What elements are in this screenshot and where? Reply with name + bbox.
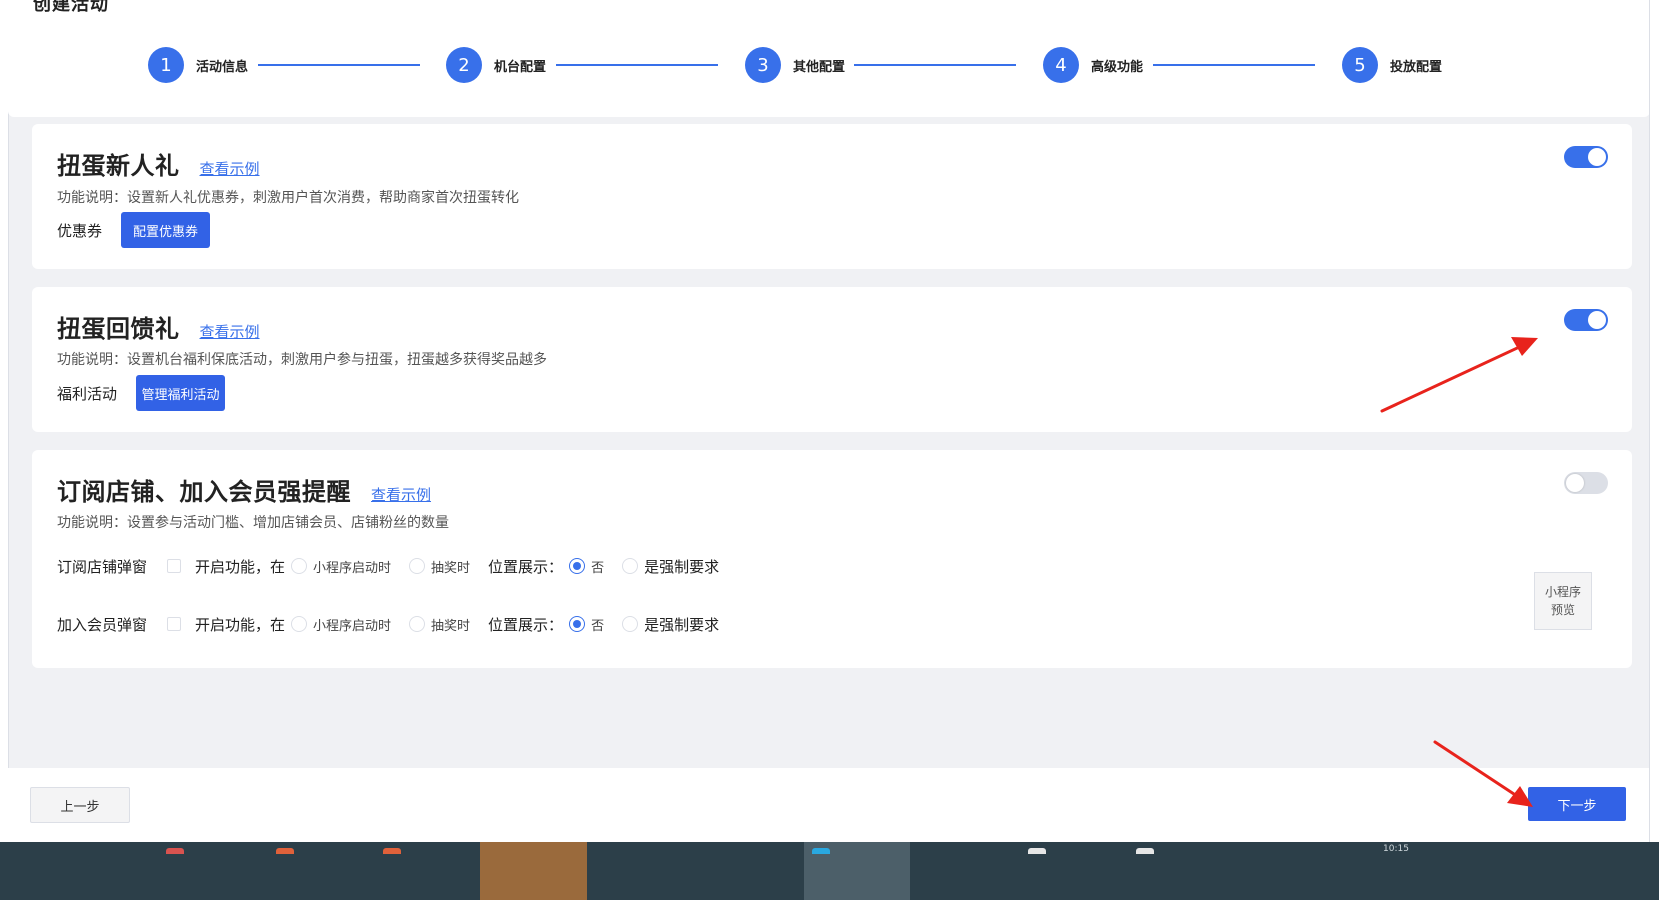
manage-welfare-button[interactable]: 管理福利活动: [136, 375, 225, 411]
step-1[interactable]: 1 活动信息: [148, 47, 248, 83]
feedback-gift-toggle[interactable]: [1564, 309, 1608, 331]
taskbar-app-icon[interactable]: [276, 848, 294, 854]
mini-program-preview-button[interactable]: 小程序 预览: [1534, 572, 1592, 630]
step-number: 5: [1342, 47, 1378, 83]
view-example-link[interactable]: 查看示例: [200, 158, 260, 179]
radio-label: 小程序启动时: [313, 618, 392, 634]
next-step-button[interactable]: 下一步: [1528, 787, 1626, 821]
card-description: 功能说明：设置机台福利保底活动，刺激用户参与扭蛋，扭蛋越多获得奖品越多: [57, 352, 547, 368]
card-subscribe-reminder: 订阅店铺、加入会员强提醒 查看示例 功能说明：设置参与活动门槛、增加店铺会员、店…: [32, 450, 1632, 668]
toggle-knob: [1588, 311, 1606, 329]
radio-position-required[interactable]: [622, 558, 639, 574]
enable-text: 开启功能，在: [195, 557, 286, 576]
welfare-label: 福利活动: [57, 384, 118, 403]
view-example-link[interactable]: 查看示例: [200, 321, 260, 342]
step-3[interactable]: 3 其他配置: [745, 47, 845, 83]
step-number: 2: [446, 47, 482, 83]
radio-label: 否: [591, 560, 605, 576]
welfare-row: 福利活动 管理福利活动: [57, 375, 225, 411]
os-taskbar: 10:15: [0, 842, 1659, 900]
step-number: 1: [148, 47, 184, 83]
radio-position-required[interactable]: [622, 616, 639, 632]
step-connector: [1153, 64, 1315, 66]
taskbar-app-icon[interactable]: [812, 848, 830, 854]
step-label: 机台配置: [494, 59, 547, 75]
enable-text: 开启功能，在: [195, 615, 286, 634]
taskbar-app-icon[interactable]: [1136, 848, 1154, 854]
taskbar-app-icon[interactable]: [383, 848, 401, 854]
step-label: 其他配置: [793, 59, 846, 75]
card-title-row: 扭蛋新人礼 查看示例: [57, 146, 260, 181]
step-label: 投放配置: [1390, 59, 1443, 75]
row-label: 订阅店铺弹窗: [57, 557, 148, 576]
card-title: 扭蛋新人礼: [57, 152, 180, 180]
step-number: 3: [745, 47, 781, 83]
subscribe-popup-row: 订阅店铺弹窗 开启功能，在 小程序启动时 抽奖时 位置展示： 否 是强制要求: [57, 554, 719, 578]
page-left-edge: [0, 0, 8, 900]
card-new-user-gift: 扭蛋新人礼 查看示例 功能说明：设置新人礼优惠券，刺激用户首次消费，帮助商家首次…: [32, 124, 1632, 269]
radio-label: 抽奖时: [431, 560, 471, 576]
radio-launch[interactable]: [291, 558, 308, 574]
radio-draw[interactable]: [409, 558, 426, 574]
subscribe-reminder-toggle[interactable]: [1564, 472, 1608, 494]
new-user-gift-toggle[interactable]: [1564, 146, 1608, 168]
taskbar-app-icon[interactable]: [1028, 848, 1046, 854]
radio-position-no[interactable]: [569, 558, 586, 574]
card-description: 功能说明：设置新人礼优惠券，刺激用户首次消费，帮助商家首次扭蛋转化: [57, 190, 519, 206]
view-example-link[interactable]: 查看示例: [371, 484, 431, 505]
app-window: 创建活动 1 活动信息 2 机台配置 3 其他配置 4 高级功能 5 投放配置 …: [0, 0, 1659, 900]
radio-label: 是强制要求: [644, 615, 720, 634]
radio-label: 小程序启动时: [313, 560, 392, 576]
prev-step-button[interactable]: 上一步: [30, 787, 130, 823]
step-2[interactable]: 2 机台配置: [446, 47, 546, 83]
card-title-row: 扭蛋回馈礼 查看示例: [57, 309, 260, 344]
radio-label: 抽奖时: [431, 618, 471, 634]
configure-coupon-button[interactable]: 配置优惠券: [121, 212, 210, 248]
member-popup-row: 加入会员弹窗 开启功能，在 小程序启动时 抽奖时 位置展示： 否 是强制要求: [57, 612, 719, 636]
card-description: 功能说明：设置参与活动门槛、增加店铺会员、店铺粉丝的数量: [57, 515, 449, 531]
stepper-header: 创建活动 1 活动信息 2 机台配置 3 其他配置 4 高级功能 5 投放配置: [8, 0, 1650, 117]
coupon-row: 优惠券 配置优惠券: [57, 212, 210, 248]
enable-checkbox[interactable]: [167, 559, 181, 573]
step-label: 高级功能: [1091, 59, 1144, 75]
preview-line1: 小程序: [1544, 585, 1581, 599]
main-content: 创建活动 1 活动信息 2 机台配置 3 其他配置 4 高级功能 5 投放配置 …: [8, 0, 1650, 900]
card-feedback-gift: 扭蛋回馈礼 查看示例 功能说明：设置机台福利保底活动，刺激用户参与扭蛋，扭蛋越多…: [32, 287, 1632, 432]
step-5[interactable]: 5 投放配置: [1342, 47, 1442, 83]
position-label: 位置展示：: [488, 615, 564, 634]
position-label: 位置展示：: [488, 557, 564, 576]
coupon-label: 优惠券: [57, 221, 103, 240]
taskbar-app-highlight[interactable]: [480, 842, 587, 900]
step-4[interactable]: 4 高级功能: [1043, 47, 1143, 83]
radio-launch[interactable]: [291, 616, 308, 632]
step-number: 4: [1043, 47, 1079, 83]
step-connector: [556, 64, 718, 66]
radio-position-no[interactable]: [569, 616, 586, 632]
stepper: 1 活动信息 2 机台配置 3 其他配置 4 高级功能 5 投放配置: [148, 47, 1528, 83]
radio-draw[interactable]: [409, 616, 426, 632]
enable-checkbox[interactable]: [167, 617, 181, 631]
radio-label: 是强制要求: [644, 557, 720, 576]
footer-bar: 上一步 下一步: [8, 768, 1650, 842]
radio-label: 否: [591, 618, 605, 634]
step-connector: [854, 64, 1016, 66]
card-title: 订阅店铺、加入会员强提醒: [57, 478, 351, 506]
toggle-knob: [1588, 148, 1606, 166]
taskbar-clock: 10:15: [1383, 844, 1409, 854]
toggle-knob: [1566, 474, 1584, 492]
row-label: 加入会员弹窗: [57, 615, 148, 634]
card-title-row: 订阅店铺、加入会员强提醒 查看示例: [57, 472, 431, 507]
step-connector: [258, 64, 420, 66]
preview-line2: 预览: [1550, 603, 1575, 617]
taskbar-app-icon[interactable]: [166, 848, 184, 854]
page-title: 创建活动: [33, 0, 109, 15]
card-title: 扭蛋回馈礼: [57, 315, 180, 343]
step-label: 活动信息: [196, 59, 249, 75]
